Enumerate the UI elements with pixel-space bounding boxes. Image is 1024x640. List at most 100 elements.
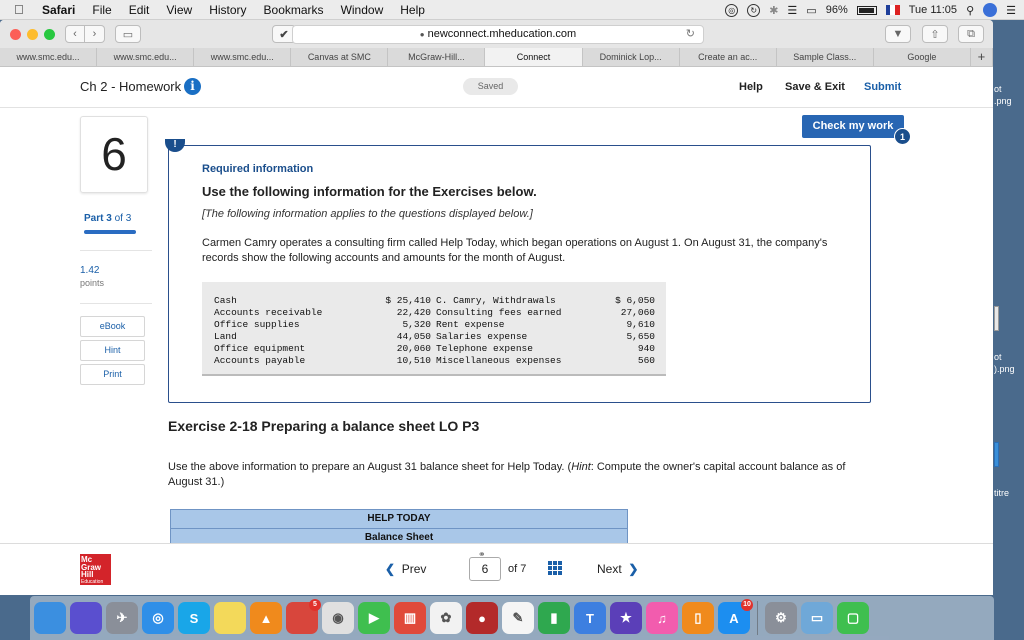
forward-button[interactable]: › bbox=[85, 25, 105, 43]
zoom-button[interactable] bbox=[44, 28, 55, 40]
part-label: Part 3 bbox=[84, 213, 112, 224]
ibooks-icon[interactable]: ▯ bbox=[682, 602, 714, 634]
flag-icon[interactable] bbox=[885, 5, 900, 15]
account-name: Accounts payable bbox=[214, 355, 306, 366]
appstore-icon[interactable]: A 10 bbox=[718, 599, 753, 634]
downloads-button[interactable]: ▼ bbox=[885, 25, 911, 43]
back-button[interactable]: ‹ bbox=[65, 25, 85, 43]
account-name: Land bbox=[214, 331, 237, 342]
battery-icon[interactable] bbox=[856, 5, 877, 15]
ebook-button[interactable]: eBook bbox=[80, 316, 145, 337]
battery-percent[interactable]: 96% bbox=[826, 4, 848, 16]
desktop-file-label[interactable]: titre bbox=[994, 488, 1009, 499]
airplay-icon[interactable]: ▭ bbox=[806, 4, 816, 17]
desktop-file-label[interactable]: ot bbox=[994, 84, 1002, 95]
imovie-icon[interactable]: ★ bbox=[610, 602, 642, 634]
messenger-icon[interactable]: 5 bbox=[286, 599, 321, 634]
numbers-icon[interactable]: ▮ bbox=[538, 602, 570, 634]
time-machine-icon[interactable]: ↻ bbox=[747, 3, 761, 17]
tab-dominick[interactable]: Dominick Lop... bbox=[583, 48, 680, 66]
spotlight-icon[interactable]: ⚲ bbox=[966, 4, 974, 17]
tab-create-account[interactable]: Create an ac... bbox=[680, 48, 777, 66]
sidebar-divider bbox=[80, 250, 152, 251]
apple-icon[interactable]:  bbox=[14, 2, 28, 17]
itunes-icon[interactable]: ♫ bbox=[646, 602, 678, 634]
desktop-file-label[interactable]: ot bbox=[994, 352, 1002, 363]
points-value: 1.42 bbox=[80, 265, 100, 276]
new-tab-button[interactable]: + bbox=[971, 48, 993, 66]
menu-file[interactable]: File bbox=[92, 3, 111, 17]
vlc-icon[interactable]: ▲ bbox=[250, 602, 282, 634]
account-row: Cash $ 25,410 C. Camry, Withdrawals $ 6,050 bbox=[214, 295, 655, 307]
close-button[interactable] bbox=[10, 28, 21, 40]
photobooth-icon[interactable]: ● bbox=[466, 602, 498, 634]
info-icon[interactable]: i bbox=[184, 78, 201, 95]
system-preferences-icon[interactable]: ⚙ bbox=[765, 602, 797, 634]
launchpad-icon[interactable]: ✈ bbox=[106, 602, 138, 634]
clock[interactable]: Tue 11:05 bbox=[909, 4, 957, 16]
balance-sheet-company: HELP TODAY bbox=[367, 513, 431, 524]
menu-history[interactable]: History bbox=[209, 3, 246, 17]
finder-icon[interactable] bbox=[34, 602, 66, 634]
desktop-file-icon[interactable] bbox=[994, 442, 999, 467]
account-amount: $ 6,050 bbox=[615, 295, 655, 306]
keynote-icon[interactable]: T bbox=[574, 602, 606, 634]
chrome-icon[interactable]: ◉ bbox=[322, 602, 354, 634]
globe-icon[interactable]: ◎ bbox=[725, 3, 739, 17]
messages-icon[interactable]: ▢ bbox=[837, 602, 869, 634]
facetime-icon[interactable]: ▶ bbox=[358, 602, 390, 634]
notification-center-icon[interactable]: ☰ bbox=[1006, 4, 1016, 17]
preview-icon[interactable]: ▭ bbox=[801, 602, 833, 634]
desktop-file-label[interactable]: ).png bbox=[994, 364, 1015, 375]
minimize-button[interactable] bbox=[27, 28, 38, 40]
address-bar[interactable]: ● newconnect.mheducation.com ↻ bbox=[292, 25, 704, 44]
account-name: Rent expense bbox=[436, 319, 505, 330]
account-amount: 9,610 bbox=[626, 319, 655, 330]
check-my-work-button[interactable]: Check my work bbox=[802, 115, 904, 138]
submit-link[interactable]: Submit bbox=[864, 81, 901, 93]
menu-bookmarks[interactable]: Bookmarks bbox=[264, 3, 324, 17]
menu-window[interactable]: Window bbox=[341, 3, 384, 17]
print-button[interactable]: Print bbox=[80, 364, 145, 385]
instructions-text-start: Use the above information to prepare an … bbox=[168, 461, 572, 473]
hint-button[interactable]: Hint bbox=[80, 340, 145, 361]
next-button[interactable]: Next ❯ bbox=[597, 562, 638, 576]
tab-mcgraw-hill[interactable]: McGraw-Hill... bbox=[388, 48, 486, 66]
tabs-overview-button[interactable]: ⧉ bbox=[958, 25, 984, 43]
menu-view[interactable]: View bbox=[166, 3, 192, 17]
tab-sample-class[interactable]: Sample Class... bbox=[777, 48, 874, 66]
textedit-icon[interactable]: ✎ bbox=[502, 602, 534, 634]
account-name: C. Camry, Withdrawals bbox=[436, 295, 556, 306]
menu-help[interactable]: Help bbox=[400, 3, 425, 17]
desktop-file-icon[interactable] bbox=[994, 306, 999, 331]
share-button[interactable]: ⇧ bbox=[922, 25, 948, 43]
tab-connect[interactable]: Connect bbox=[485, 48, 583, 66]
menu-edit[interactable]: Edit bbox=[129, 3, 150, 17]
wifi-icon[interactable]: ☰ bbox=[787, 4, 797, 17]
popcorn-icon[interactable]: ▥ bbox=[394, 602, 426, 634]
prev-button[interactable]: ❮ Prev bbox=[385, 562, 426, 576]
desktop-file-label[interactable]: .png bbox=[994, 96, 1012, 107]
user-icon[interactable] bbox=[983, 3, 998, 17]
tab-smc-1[interactable]: www.smc.edu... bbox=[0, 48, 98, 66]
account-row: Accounts receivable 22,420 Consulting fees… bbox=[214, 307, 655, 319]
tab-google[interactable]: Google bbox=[874, 48, 971, 66]
skype-icon[interactable]: S bbox=[178, 602, 210, 634]
tab-canvas[interactable]: Canvas at SMC bbox=[291, 48, 389, 66]
menu-app-name[interactable]: Safari bbox=[42, 3, 75, 17]
reload-icon[interactable]: ↻ bbox=[686, 26, 695, 43]
help-link[interactable]: Help bbox=[739, 81, 763, 93]
page-number-box[interactable]: 6 bbox=[469, 557, 501, 581]
account-amount: 5,320 bbox=[402, 319, 431, 330]
siri-icon[interactable] bbox=[70, 602, 102, 634]
photos-icon[interactable]: ✿ bbox=[430, 602, 462, 634]
tab-smc-2[interactable]: www.smc.edu... bbox=[97, 48, 195, 66]
tab-smc-3[interactable]: www.smc.edu... bbox=[194, 48, 292, 66]
safari-icon[interactable]: ◎ bbox=[142, 602, 174, 634]
bluetooth-icon[interactable]: ✱ bbox=[769, 4, 778, 17]
account-name: Consulting fees earned bbox=[436, 307, 562, 318]
notes-icon[interactable] bbox=[214, 602, 246, 634]
sidebar-toggle-button[interactable]: ▭ bbox=[115, 25, 141, 43]
grid-view-icon[interactable] bbox=[548, 561, 562, 575]
save-exit-link[interactable]: Save & Exit bbox=[785, 81, 845, 93]
